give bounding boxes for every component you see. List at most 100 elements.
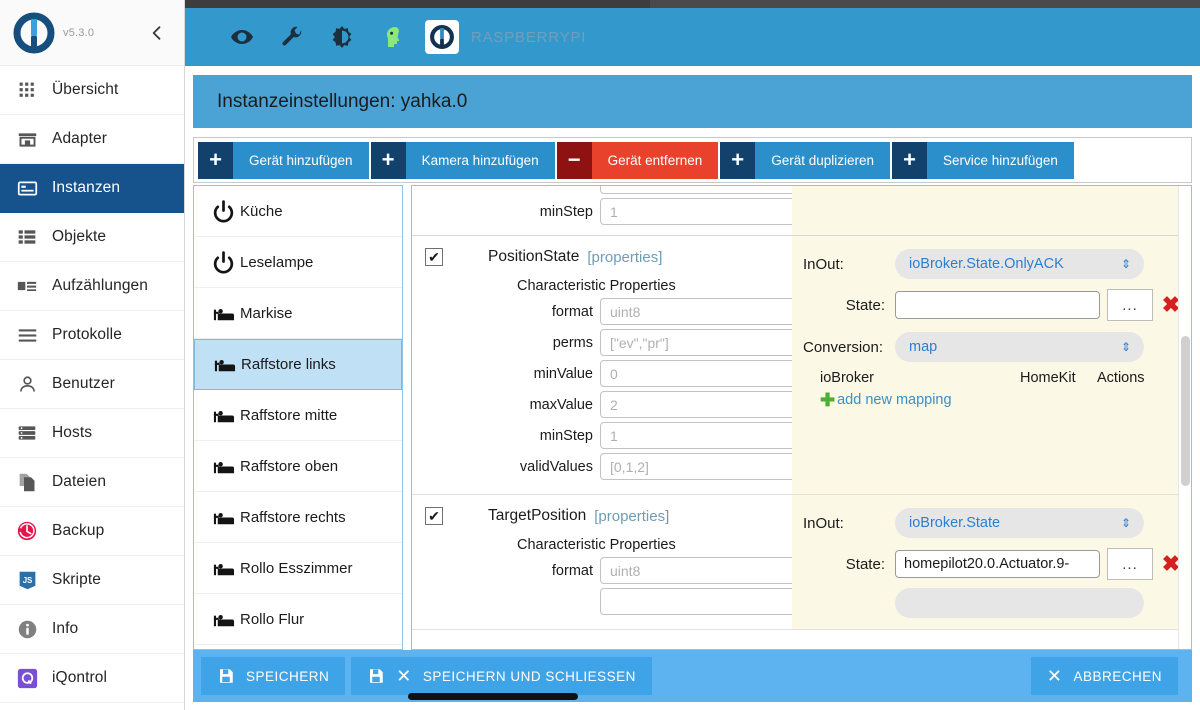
sidebar-item-dateien[interactable]: Dateien — [0, 458, 184, 507]
wrench-icon[interactable] — [267, 17, 317, 57]
field-label: minValue — [533, 365, 593, 382]
sidebar-item-iqontrol[interactable]: iQontrol — [0, 654, 184, 703]
device-name: Küche — [240, 202, 283, 220]
page-title: Instanzeinstellungen: yahka.0 — [217, 90, 468, 112]
characteristic-header: ✔ TargetPosition [properties] — [412, 495, 792, 531]
expert-head-icon[interactable] — [367, 17, 417, 57]
save-button[interactable]: SPEICHERN — [201, 657, 346, 695]
validvalues-input[interactable] — [600, 453, 801, 480]
conversion-row-partial — [792, 580, 1189, 618]
list-item[interactable]: Rollo Esszimmer — [194, 543, 402, 594]
user-icon — [14, 371, 40, 397]
remove-device-button[interactable]: − Gerät entfernen — [556, 141, 719, 179]
device-name: Rollo Flur — [240, 610, 305, 628]
cutoff-input-bottom[interactable] — [600, 588, 801, 615]
horizontal-scroll-thumb[interactable] — [408, 693, 578, 700]
footer-action-bar: SPEICHERN ✕ SPEICHERN UND SCHLIESSEN ✕ A… — [193, 650, 1192, 702]
sidebar-item-backup[interactable]: Backup — [0, 507, 184, 556]
inout-select[interactable]: ioBroker.State ⇕ — [895, 508, 1144, 538]
eye-icon[interactable] — [217, 17, 267, 57]
field-row-minstep: minStep — [412, 422, 801, 449]
field-row-minvalue: minValue — [412, 360, 801, 387]
sidebar-item-instanzen[interactable]: Instanzen — [0, 164, 184, 213]
min-step-input[interactable] — [600, 198, 801, 225]
add-camera-label: Kamera hinzufügen — [405, 141, 555, 179]
sidebar-item-objekte[interactable]: Objekte — [0, 213, 184, 262]
detail-scrollbar[interactable] — [1178, 186, 1191, 649]
window-top-strip-right — [650, 0, 1200, 8]
cancel-button[interactable]: ✕ ABBRECHEN — [1030, 657, 1178, 695]
sidebar-item-protokolle[interactable]: Protokolle — [0, 311, 184, 360]
duplicate-device-button[interactable]: + Gerät duplizieren — [720, 141, 891, 179]
add-camera-button[interactable]: + Kamera hinzufügen — [370, 141, 555, 179]
format-input[interactable] — [600, 298, 801, 325]
sidebar-item-hosts[interactable]: Hosts — [0, 409, 184, 458]
device-list: Küche Leselampe Markise Raffstore links … — [193, 185, 403, 650]
list-item[interactable]: Markise — [194, 288, 402, 339]
plus-icon: + — [720, 141, 756, 179]
inout-label: InOut: — [803, 514, 844, 532]
grid-icon — [14, 77, 40, 103]
state-label: State: — [845, 555, 885, 573]
properties-link[interactable]: [properties] — [587, 249, 662, 266]
list-item[interactable]: Raffstore mitte — [194, 390, 402, 441]
enable-checkbox[interactable]: ✔ — [425, 507, 443, 525]
remove-device-label: Gerät entfernen — [591, 141, 719, 179]
list-item[interactable]: Leselampe — [194, 237, 402, 288]
format-input[interactable] — [600, 557, 801, 584]
list-item[interactable]: Raffstore oben — [194, 441, 402, 492]
plus-icon: + — [370, 141, 406, 179]
sidebar-item-label: Backup — [52, 522, 105, 539]
state-row: State: ... ✖ — [792, 538, 1189, 580]
minstep-input[interactable] — [600, 422, 801, 449]
add-service-button[interactable]: + Service hinzufügen — [892, 141, 1074, 179]
device-name: Raffstore mitte — [240, 406, 338, 424]
add-device-label: Gerät hinzufügen — [233, 141, 369, 179]
sidebar-item-aufzaehlungen[interactable]: Aufzählungen — [0, 262, 184, 311]
sidebar-item-label: iQontrol — [52, 669, 108, 686]
state-browse-button[interactable]: ... — [1107, 548, 1153, 580]
maxvalue-input[interactable] — [600, 391, 801, 418]
enable-checkbox[interactable]: ✔ — [425, 248, 443, 266]
list-item-selected[interactable]: Raffstore links — [194, 339, 402, 390]
list-icon — [14, 224, 40, 250]
characteristic-properties-title: Characteristic Properties — [517, 537, 676, 553]
sidebar-item-info[interactable]: Info — [0, 605, 184, 654]
plus-icon: ✚ — [820, 390, 836, 410]
perms-input[interactable] — [600, 329, 801, 356]
minvalue-input[interactable] — [600, 360, 801, 387]
detail-scroll-thumb[interactable] — [1181, 336, 1190, 486]
sidebar-nav: Übersicht Adapter Instanzen Objekte Aufz… — [0, 66, 184, 703]
add-device-button[interactable]: + Gerät hinzufügen — [198, 141, 369, 179]
chevron-left-icon[interactable] — [144, 20, 170, 46]
sidebar-brand: v5.3.0 — [0, 0, 184, 66]
sidebar-item-skripte[interactable]: JS Skripte — [0, 556, 184, 605]
conversion-select[interactable]: map ⇕ — [895, 332, 1144, 362]
inout-select[interactable]: ioBroker.State.OnlyACK ⇕ — [895, 249, 1144, 279]
state-browse-button[interactable]: ... — [1107, 289, 1153, 321]
state-input[interactable] — [895, 291, 1100, 319]
partial-row-right — [792, 186, 1178, 235]
state-input[interactable] — [895, 550, 1100, 578]
list-item[interactable]: Raffstore rechts — [194, 492, 402, 543]
field-label: perms — [552, 334, 593, 351]
add-service-label: Service hinzufügen — [927, 141, 1074, 179]
sidebar-item-benutzer[interactable]: Benutzer — [0, 360, 184, 409]
brightness-icon[interactable] — [317, 17, 367, 57]
cutoff-input[interactable] — [600, 186, 801, 194]
sidebar-item-uebersicht[interactable]: Übersicht — [0, 66, 184, 115]
conversion-value: map — [909, 339, 938, 355]
properties-link[interactable]: [properties] — [594, 508, 669, 525]
app-toolbar: RASPBERRYPI — [185, 8, 1200, 66]
device-name: Leselampe — [240, 253, 314, 271]
state-row: State: ... ✖ — [792, 279, 1189, 321]
window-top-strip — [185, 0, 650, 8]
list-item[interactable]: Küche — [194, 186, 402, 237]
main-area: RASPBERRYPI Instanzeinstellungen: yahka.… — [185, 0, 1200, 710]
add-new-mapping-button[interactable]: ✚ add new mapping — [792, 386, 1189, 417]
blind-icon — [206, 302, 240, 325]
list-item[interactable]: Rollo Flur — [194, 594, 402, 645]
sidebar-item-adapter[interactable]: Adapter — [0, 115, 184, 164]
save-and-close-button[interactable]: ✕ SPEICHERN UND SCHLIESSEN — [351, 657, 652, 695]
conversion-select-partial[interactable] — [895, 588, 1144, 618]
